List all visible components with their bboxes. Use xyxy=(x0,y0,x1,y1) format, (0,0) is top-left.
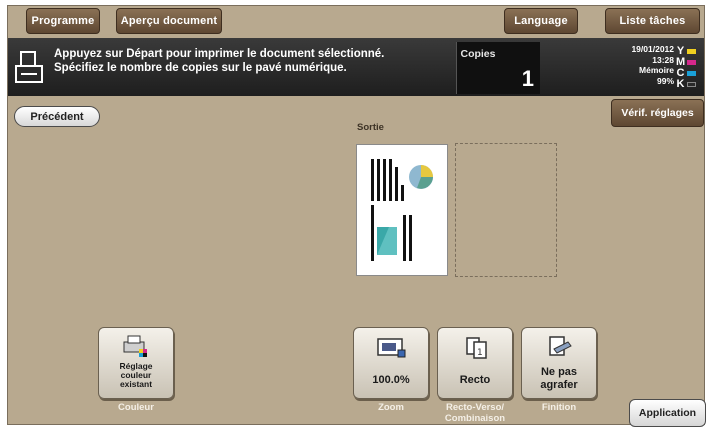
tab-language[interactable]: Language xyxy=(504,8,578,34)
toner-letter: K xyxy=(676,78,685,90)
recto-verso-caption-2: Combinaison xyxy=(444,413,506,424)
toner-row: K xyxy=(676,79,698,90)
toner-bar-cyan xyxy=(687,71,696,76)
tab-liste-taches[interactable]: Liste tâches xyxy=(605,8,700,34)
finition-value-1: Ne pas xyxy=(540,366,578,378)
sortie-label: Sortie xyxy=(357,122,384,133)
finition-caption: Finition xyxy=(541,402,577,413)
zoom-button[interactable]: 100.0% xyxy=(353,327,429,399)
copies-label: Copies xyxy=(460,48,496,60)
document-thumbnail-icon xyxy=(371,159,433,261)
status-date: 19/01/2012 xyxy=(631,44,674,54)
status-memory-label: Mémoire xyxy=(639,65,674,75)
recto-value: Recto xyxy=(459,374,491,386)
application-button[interactable]: Application xyxy=(629,399,706,427)
toner-bar-yellow xyxy=(687,49,696,54)
staple-icon xyxy=(549,336,572,356)
message-line-1: Appuyez sur Départ pour imprimer le docu… xyxy=(54,48,385,60)
status-readout: 19/01/2012 13:28 Mémoire 99% xyxy=(631,44,674,86)
svg-text:1: 1 xyxy=(477,348,483,358)
tab-programme[interactable]: Programme xyxy=(26,8,100,34)
message-bar: Appuyez sur Départ pour imprimer le docu… xyxy=(8,38,704,96)
printer-icon xyxy=(15,51,43,83)
precedent-button[interactable]: Précédent xyxy=(14,106,100,127)
tab-apercu-document[interactable]: Aperçu document xyxy=(116,8,222,34)
zoom-value: 100.0% xyxy=(372,374,410,386)
finition-value-2: agrafer xyxy=(540,379,578,391)
verif-reglages-button[interactable]: Vérif. réglages xyxy=(611,99,704,127)
toner-levels: Y M C K xyxy=(676,46,698,90)
recto-verso-caption: Recto-Verso/ Combinaison xyxy=(432,402,518,424)
toner-bar-black xyxy=(687,82,696,87)
zoom-icon xyxy=(377,338,406,358)
copy-screen: Programme Aperçu document Language Liste… xyxy=(7,5,706,427)
color-printer-icon xyxy=(123,335,147,357)
duplex-icon: 1 xyxy=(466,337,487,359)
status-memory-value: 99% xyxy=(656,75,674,86)
document-preview xyxy=(356,144,448,276)
couleur-caption: Couleur xyxy=(118,402,154,413)
finition-button[interactable]: Ne pas agrafer xyxy=(521,327,597,399)
output-slot-empty xyxy=(455,143,557,277)
couleur-button[interactable]: Réglage couleur existant xyxy=(98,327,174,399)
couleur-value-3: existant xyxy=(119,379,153,389)
zoom-caption: Zoom xyxy=(378,402,404,413)
toner-bar-magenta xyxy=(687,60,696,65)
status-time: 13:28 xyxy=(652,54,674,65)
recto-verso-caption-1: Recto-Verso/ xyxy=(445,402,505,413)
copies-value: 1 xyxy=(521,66,534,91)
recto-verso-button[interactable]: 1 Recto xyxy=(437,327,513,399)
message-line-2: Spécifiez le nombre de copies sur le pav… xyxy=(54,62,347,74)
